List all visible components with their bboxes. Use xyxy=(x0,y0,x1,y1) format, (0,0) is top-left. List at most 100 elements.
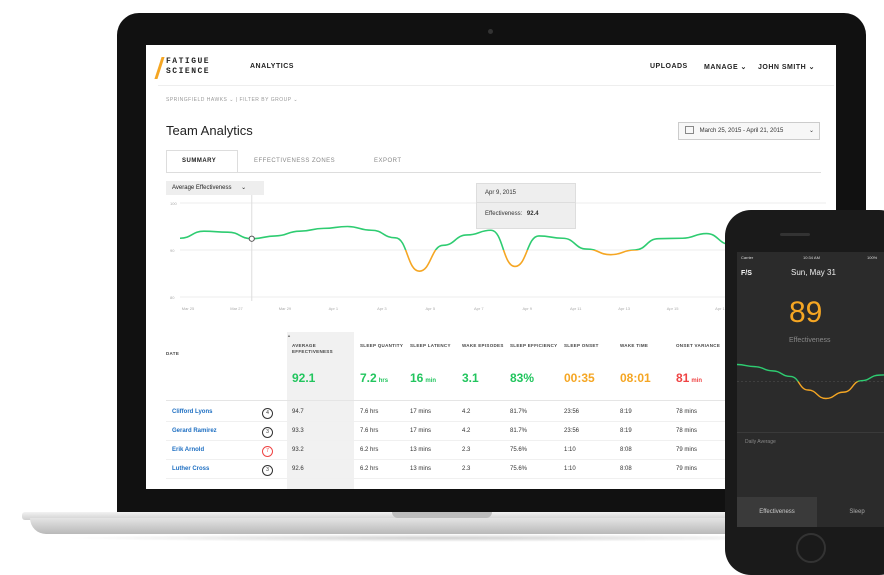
athlete-name-link[interactable]: Gerard Ramirez xyxy=(172,428,217,434)
summary-value: 92.1 xyxy=(292,371,317,385)
x-tick-label: Mar 27 xyxy=(230,306,243,311)
status-time: 10:34 AM xyxy=(803,255,820,260)
athlete-name-link[interactable]: Luther Cross xyxy=(172,466,209,472)
column-header[interactable]: ONSET VARIANCE xyxy=(676,343,724,349)
x-tick-label: Apr 1 xyxy=(329,306,339,311)
phone-tab-sleep-label: Sleep xyxy=(849,509,865,515)
table-cell: 2.3 xyxy=(462,447,471,453)
logo-line1: FATIGUE xyxy=(166,57,211,66)
date-range-picker[interactable]: March 25, 2015 - April 21, 2015 ⌄ xyxy=(678,122,820,140)
table-cell: 78 mins xyxy=(676,428,698,434)
laptop-shadow xyxy=(60,534,825,542)
highlight-point[interactable] xyxy=(248,235,255,242)
column-header[interactable]: SLEEP QUANTITY xyxy=(360,343,408,349)
breadcrumb[interactable]: SPRINGFIELD HAWKS ⌄ | FILTER BY GROUP ⌄ xyxy=(166,97,298,103)
app-logo[interactable]: FATIGUE SCIENCE xyxy=(166,57,210,77)
phone-home-button[interactable] xyxy=(796,533,826,563)
nav-user[interactable]: JOHN SMITH ⌄ xyxy=(758,63,815,71)
summary-number: 00:35 xyxy=(564,371,595,385)
x-tick-label: Apr 11 xyxy=(570,306,582,311)
x-tick-label: Apr 9 xyxy=(522,306,532,311)
phone-date[interactable]: Sun, May 31 xyxy=(791,268,836,277)
phone-tab-effectiveness[interactable]: Effectiveness xyxy=(737,497,817,527)
x-tick-label: Mar 29 xyxy=(279,306,292,311)
tooltip-divider xyxy=(477,202,575,203)
tab-export[interactable]: EXPORT xyxy=(374,158,402,164)
phone-divider xyxy=(737,432,884,433)
table-cell: 23:56 xyxy=(564,409,580,415)
summary-value: 7.2 hrs xyxy=(360,371,388,385)
phone-score-label: Effectiveness xyxy=(789,337,831,344)
column-header[interactable]: SLEEP EFFICIENCY xyxy=(510,343,558,349)
phone-logo: F/S xyxy=(741,270,752,277)
logo-slash xyxy=(154,57,165,79)
table-cell: 79 mins xyxy=(676,466,698,472)
metric-select[interactable]: Average Effectiveness ⌄ xyxy=(166,181,264,195)
x-tick-label: Apr 7 xyxy=(474,306,484,311)
table-cell: 7.6 hrs xyxy=(360,409,379,415)
table-cell: 8:08 xyxy=(620,466,632,472)
column-header[interactable]: WAKE TIME xyxy=(620,343,668,349)
tabs-divider xyxy=(166,172,821,173)
table-cell: 75.6% xyxy=(510,447,528,453)
summary-value: 83% xyxy=(510,371,536,385)
rank-badge: 3 xyxy=(262,427,273,438)
date-range-text: March 25, 2015 - April 21, 2015 xyxy=(699,128,784,134)
page-title: Team Analytics xyxy=(166,123,253,138)
table-cell: 79 mins xyxy=(676,447,698,453)
column-header[interactable]: AVERAGE EFFECTIVENESS xyxy=(292,343,340,355)
nav-divider xyxy=(158,85,834,86)
phone-score: 89 xyxy=(789,296,823,329)
column-header[interactable]: WAKE EPISODES xyxy=(462,343,510,349)
table-cell: 92.6 xyxy=(292,466,304,472)
table-cell: 8:08 xyxy=(620,447,632,453)
table-cell: 6.2 hrs xyxy=(360,466,379,472)
phone-screen: Carrier 10:34 AM 100% F/S Sun, May 31 89… xyxy=(737,252,884,527)
tab-summary[interactable]: SUMMARY xyxy=(182,158,216,164)
x-tick-label: Apr 5 xyxy=(426,306,436,311)
phone-tab-effectiveness-label: Effectiveness xyxy=(759,509,795,515)
table-cell: 4.2 xyxy=(462,428,471,434)
tooltip-label: Effectiveness: xyxy=(485,211,523,217)
status-carrier: Carrier xyxy=(741,255,754,260)
table-cell: 7.6 hrs xyxy=(360,428,379,434)
status-battery: 100% xyxy=(867,255,878,260)
rank-badge: 4 xyxy=(262,408,273,419)
column-header[interactable]: SLEEP ONSET xyxy=(564,343,612,349)
table-cell: 17 mins xyxy=(410,409,432,415)
logo-line2: SCIENCE xyxy=(166,67,211,76)
y-tick-label: 90 xyxy=(170,248,175,253)
athlete-name-link[interactable]: Erik Arnold xyxy=(172,447,204,453)
nav-analytics[interactable]: ANALYTICS xyxy=(250,63,294,70)
summary-number: 92.1 xyxy=(292,371,316,385)
rank-badge: 3 xyxy=(262,465,273,476)
table-cell: 8:19 xyxy=(620,428,632,434)
phone-chart xyxy=(737,363,884,400)
x-tick-label: Mar 25 xyxy=(182,306,195,311)
table-cell: 1:10 xyxy=(564,447,576,453)
table-cell: 8:19 xyxy=(620,409,632,415)
column-header[interactable]: SLEEP LATENCY xyxy=(410,343,458,349)
summary-number: 83% xyxy=(510,371,535,385)
athlete-name-link[interactable]: Clifford Lyons xyxy=(172,409,212,415)
column-header[interactable]: DATE xyxy=(166,351,226,357)
summary-number: 16 xyxy=(410,371,424,385)
chevron-down-icon: ⌄ xyxy=(808,128,814,134)
tooltip-date: Apr 9, 2015 xyxy=(485,190,517,196)
summary-number: 7.2 xyxy=(360,371,377,385)
calendar-icon xyxy=(685,126,694,135)
summary-value: 08:01 xyxy=(620,371,653,385)
table-cell: 2.3 xyxy=(462,466,471,472)
table-cell: 93.3 xyxy=(292,428,304,434)
x-tick-label: Apr 15 xyxy=(667,306,680,311)
nav-uploads[interactable]: UPLOADS xyxy=(650,63,688,70)
tab-effectiveness-zones[interactable]: EFFECTIVENESS ZONES xyxy=(254,158,335,164)
nav-manage[interactable]: MANAGE ⌄ xyxy=(704,63,747,71)
summary-unit: min xyxy=(691,378,703,384)
table-cell: 13 mins xyxy=(410,447,432,453)
x-tick-label: Apr 13 xyxy=(618,306,631,311)
phone-tab-sleep[interactable]: Sleep xyxy=(817,497,884,527)
summary-unit: hrs xyxy=(378,378,389,384)
table-cell: 4.2 xyxy=(462,409,471,415)
summary-number: 3.1 xyxy=(462,371,479,385)
